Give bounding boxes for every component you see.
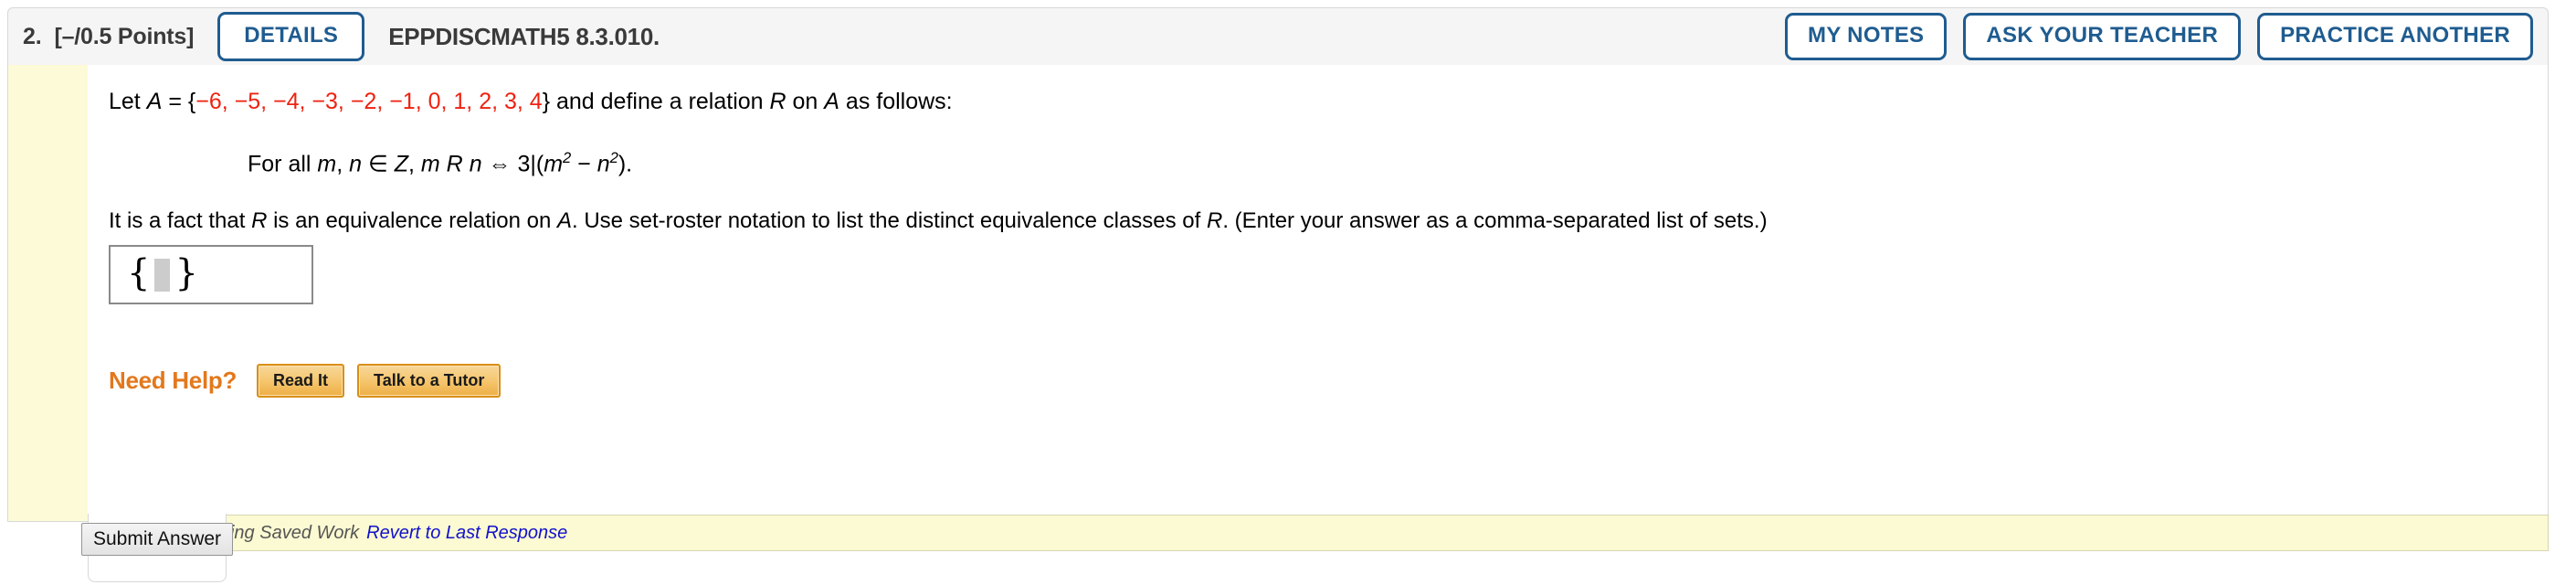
ask-your-teacher-button[interactable]: ASK YOUR TEACHER	[1963, 13, 2242, 60]
instr-var-a: A	[556, 208, 572, 233]
formula-m-exponent: 2	[563, 150, 572, 166]
open-brace: {	[127, 251, 151, 294]
need-help-label: Need Help?	[109, 367, 238, 394]
header-actions: MY NOTES ASK YOUR TEACHER PRACTICE ANOTH…	[1785, 13, 2533, 60]
instr-var-r2: R	[1207, 208, 1223, 233]
line1-suffix: as follows:	[839, 89, 953, 114]
text-cursor-placeholder[interactable]	[154, 258, 171, 292]
instr-b: is an equivalence relation on	[267, 208, 557, 233]
submit-answer-button[interactable]: Submit Answer	[80, 523, 234, 556]
question-line-1: Let A = {−6, −5, −4, −3, −2, −1, 0, 1, 2…	[109, 89, 953, 115]
answer-input[interactable]: { }	[109, 245, 313, 304]
formula-relation-r: R	[439, 151, 470, 177]
formula-var-m2: m	[420, 151, 440, 177]
instr-a: It is a fact that	[109, 208, 252, 233]
saved-work-bar: Viewing Saved Work Revert to Last Respon…	[179, 515, 2549, 551]
formula-m-base: m	[544, 151, 564, 177]
submit-answer-container: Submit Answer	[80, 514, 234, 582]
talk-to-a-tutor-button[interactable]: Talk to a Tutor	[357, 364, 501, 398]
need-help-row: Need Help? Read It Talk to a Tutor	[109, 364, 513, 398]
question-body: Let A = {−6, −5, −4, −3, −2, −1, 0, 1, 2…	[7, 65, 2549, 522]
my-notes-button[interactable]: MY NOTES	[1785, 13, 1948, 60]
instr-c: . Use set-roster notation to list the di…	[571, 208, 1207, 233]
line1-on: on	[786, 89, 825, 114]
instr-d: . (Enter your answer as a comma-separate…	[1222, 208, 1768, 233]
line1-close: } and define a relation	[542, 89, 770, 114]
formula-var-n2: n	[469, 151, 482, 177]
line1-var-r: R	[769, 89, 787, 114]
line1-set-elements: −6, −5, −4, −3, −2, −1, 0, 1, 2, 3, 4	[195, 89, 543, 114]
instr-var-r: R	[251, 208, 268, 233]
line1-prefix: Let	[109, 89, 147, 114]
formula-var-n: n	[349, 151, 363, 177]
formula-comma: ,	[336, 151, 350, 177]
details-button[interactable]: DETAILS	[217, 12, 365, 61]
line1-eq: = {	[162, 89, 196, 114]
question-content: Let A = {−6, −5, −4, −3, −2, −1, 0, 1, 2…	[109, 65, 2548, 521]
read-it-button[interactable]: Read It	[257, 364, 345, 398]
question-number: 2.	[23, 23, 42, 49]
question-header: 2. [–/0.5 Points] DETAILS EPPDISCMATH5 8…	[7, 7, 2549, 66]
formula-var-m: m	[317, 151, 337, 177]
assignment-code: EPPDISCMATH5 8.3.010.	[388, 22, 660, 50]
question-instructions: It is a fact that R is an equivalence re…	[109, 208, 1768, 234]
formula-end: ).	[618, 151, 633, 177]
practice-another-button[interactable]: PRACTICE ANOTHER	[2257, 13, 2533, 60]
line1-var-a: A	[146, 89, 163, 114]
formula-iff-divides: ⇔ 3|(	[481, 151, 544, 177]
formula-in-symbol: ∈	[362, 151, 395, 177]
question-panel: 2. [–/0.5 Points] DETAILS EPPDISCMATH5 8…	[0, 0, 2576, 585]
close-brace: }	[174, 251, 198, 294]
formula-comma2: ,	[408, 151, 421, 177]
formula-set-z: Z	[394, 151, 408, 177]
saved-work-indicator-strip	[8, 65, 88, 521]
question-formula: For all m, n ∈ Z, m R n ⇔ 3|(m2 − n2).	[248, 150, 632, 177]
formula-forall: For all	[248, 151, 318, 177]
line1-var-a2: A	[824, 89, 839, 114]
formula-n-exponent: 2	[609, 150, 618, 166]
points-label: [–/0.5 Points]	[54, 23, 195, 49]
revert-to-last-response-link[interactable]: Revert to Last Response	[366, 523, 567, 544]
formula-minus: −	[571, 151, 597, 177]
formula-n-base: n	[596, 151, 610, 177]
